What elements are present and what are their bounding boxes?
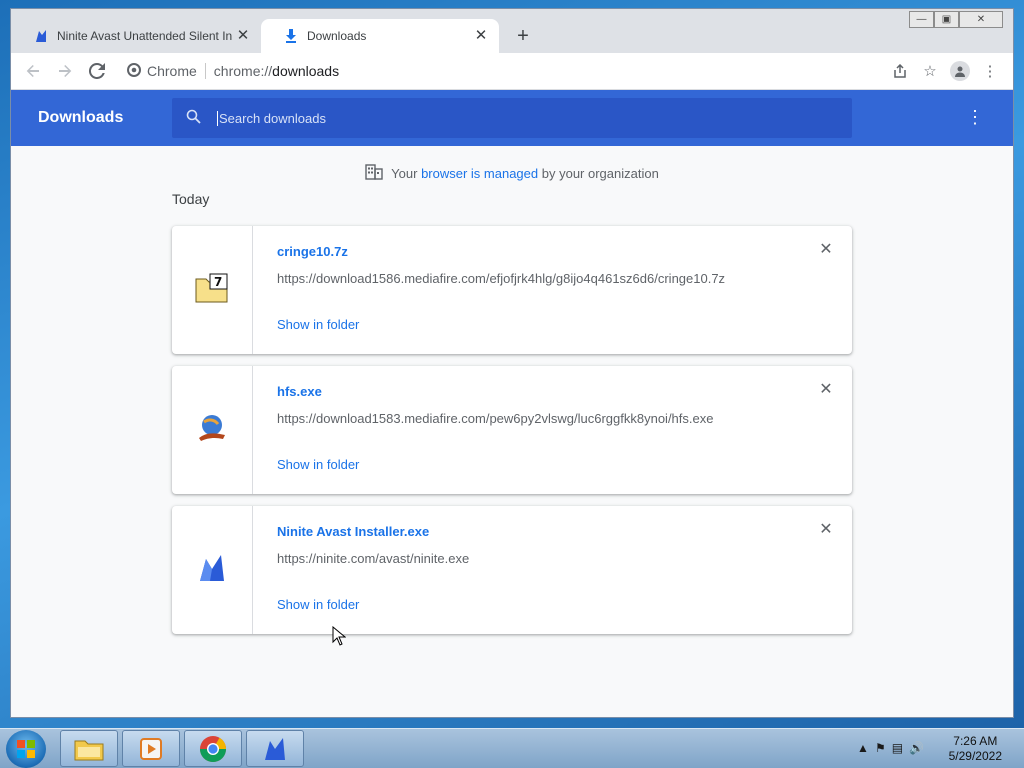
close-tab-icon[interactable]: ✕ bbox=[473, 28, 489, 44]
download-details: hfs.exe https://download1583.mediafire.c… bbox=[253, 366, 852, 494]
close-window-button[interactable]: ✕ bbox=[959, 11, 1003, 28]
file-name-link[interactable]: Ninite Avast Installer.exe bbox=[277, 524, 828, 539]
show-in-folder-link[interactable]: Show in folder bbox=[277, 597, 359, 612]
site-chip: Chrome bbox=[147, 63, 206, 79]
download-icon bbox=[283, 28, 299, 44]
download-item: 7 cringe10.7z https://download1586.media… bbox=[172, 226, 852, 354]
chrome-window: Ninite Avast Unattended Silent In ✕ Down… bbox=[10, 8, 1014, 718]
url-scheme: chrome:// bbox=[213, 63, 273, 79]
taskbar: ▲ ⚑ ▤ 🔊 7:26 AM 5/29/2022 bbox=[0, 728, 1024, 768]
system-tray: ▲ ⚑ ▤ 🔊 bbox=[851, 741, 924, 755]
profile-button[interactable] bbox=[945, 57, 975, 85]
download-item: hfs.exe https://download1583.mediafire.c… bbox=[172, 366, 852, 494]
file-icon-column bbox=[172, 366, 253, 494]
managed-prefix: Your bbox=[391, 165, 418, 181]
ninite-icon bbox=[33, 28, 49, 44]
volume-icon[interactable]: 🔊 bbox=[909, 741, 924, 755]
tab-strip: Ninite Avast Unattended Silent In ✕ Down… bbox=[11, 9, 1013, 53]
bookmark-star-icon[interactable]: ☆ bbox=[915, 57, 945, 85]
action-center-icon[interactable]: ⚑ bbox=[875, 741, 886, 755]
chrome-logo-icon bbox=[127, 62, 141, 80]
close-tab-icon[interactable]: ✕ bbox=[235, 28, 251, 44]
search-icon bbox=[186, 109, 201, 127]
search-input[interactable] bbox=[217, 110, 817, 126]
download-item: Ninite Avast Installer.exe https://ninit… bbox=[172, 506, 852, 634]
tab-title: Downloads bbox=[307, 29, 367, 43]
7z-archive-icon: 7 bbox=[195, 273, 229, 308]
ninite-app-icon bbox=[197, 553, 227, 588]
file-explorer-icon[interactable] bbox=[60, 730, 118, 767]
page-title: Downloads bbox=[38, 109, 124, 126]
building-icon bbox=[365, 163, 383, 183]
network-icon[interactable]: ▤ bbox=[892, 741, 903, 755]
forward-button[interactable] bbox=[51, 57, 79, 85]
show-in-folder-link[interactable]: Show in folder bbox=[277, 317, 359, 332]
remove-download-icon[interactable]: ✕ bbox=[818, 522, 834, 538]
avatar-icon bbox=[950, 61, 970, 81]
reload-button[interactable] bbox=[83, 57, 111, 85]
share-icon[interactable] bbox=[885, 57, 915, 85]
system-clock[interactable]: 7:26 AM 5/29/2022 bbox=[949, 734, 1002, 764]
ninite-icon[interactable] bbox=[246, 730, 304, 767]
tab-ninite[interactable]: Ninite Avast Unattended Silent In ✕ bbox=[11, 19, 261, 53]
date-section-label: Today bbox=[172, 191, 210, 207]
file-icon-column: 7 bbox=[172, 226, 253, 354]
search-box[interactable] bbox=[172, 98, 852, 138]
download-details: Ninite Avast Installer.exe https://ninit… bbox=[253, 506, 852, 634]
downloads-page: Your browser is managed by your organiza… bbox=[11, 146, 1013, 717]
file-icon-column bbox=[172, 506, 253, 634]
forward-arrow-icon bbox=[59, 65, 72, 77]
remove-download-icon[interactable]: ✕ bbox=[818, 382, 834, 398]
managed-suffix: by your organization bbox=[541, 165, 659, 181]
remove-download-icon[interactable]: ✕ bbox=[818, 242, 834, 258]
file-name-link[interactable]: hfs.exe bbox=[277, 384, 828, 399]
more-actions-icon[interactable]: ⋮ bbox=[965, 108, 985, 128]
url-path: downloads bbox=[272, 63, 340, 79]
managed-link[interactable]: browser is managed bbox=[421, 166, 538, 181]
hfs-app-icon bbox=[196, 412, 228, 449]
reload-icon bbox=[89, 63, 105, 79]
tab-downloads[interactable]: Downloads ✕ bbox=[261, 19, 499, 53]
window-controls: — ▣ ✕ bbox=[909, 11, 1003, 28]
chrome-menu-icon[interactable]: ⋮ bbox=[975, 57, 1005, 85]
file-url[interactable]: https://download1583.mediafire.com/pew6p… bbox=[277, 411, 828, 426]
windows-logo-icon bbox=[17, 740, 35, 758]
managed-notice: Your browser is managed by your organiza… bbox=[11, 146, 1013, 186]
show-in-folder-link[interactable]: Show in folder bbox=[277, 457, 359, 472]
clock-date: 5/29/2022 bbox=[948, 749, 1002, 763]
minimize-button[interactable]: — bbox=[909, 11, 934, 28]
file-url[interactable]: https://ninite.com/avast/ninite.exe bbox=[277, 551, 828, 566]
show-hidden-icons-icon[interactable]: ▲ bbox=[857, 741, 869, 755]
address-bar[interactable]: Chrome chrome://downloads ☆ bbox=[121, 57, 945, 85]
chrome-icon[interactable] bbox=[184, 730, 242, 767]
downloads-header: Downloads ⋮ bbox=[11, 90, 1013, 146]
new-tab-button[interactable]: + bbox=[511, 25, 535, 49]
maximize-button[interactable]: ▣ bbox=[934, 11, 959, 28]
clock-time: 7:26 AM bbox=[953, 734, 998, 748]
svg-text:7: 7 bbox=[214, 275, 222, 289]
tab-title: Ninite Avast Unattended Silent In bbox=[57, 29, 233, 43]
browser-toolbar: Chrome chrome://downloads ☆ ⋮ bbox=[11, 53, 1013, 90]
file-name-link[interactable]: cringe10.7z bbox=[277, 244, 828, 259]
back-button[interactable] bbox=[19, 57, 47, 85]
start-button[interactable] bbox=[6, 730, 46, 768]
mouse-pointer-icon bbox=[332, 625, 347, 651]
media-player-icon[interactable] bbox=[122, 730, 180, 767]
file-url[interactable]: https://download1586.mediafire.com/efjof… bbox=[277, 271, 828, 286]
download-details: cringe10.7z https://download1586.mediafi… bbox=[253, 226, 852, 354]
back-arrow-icon bbox=[26, 65, 39, 77]
